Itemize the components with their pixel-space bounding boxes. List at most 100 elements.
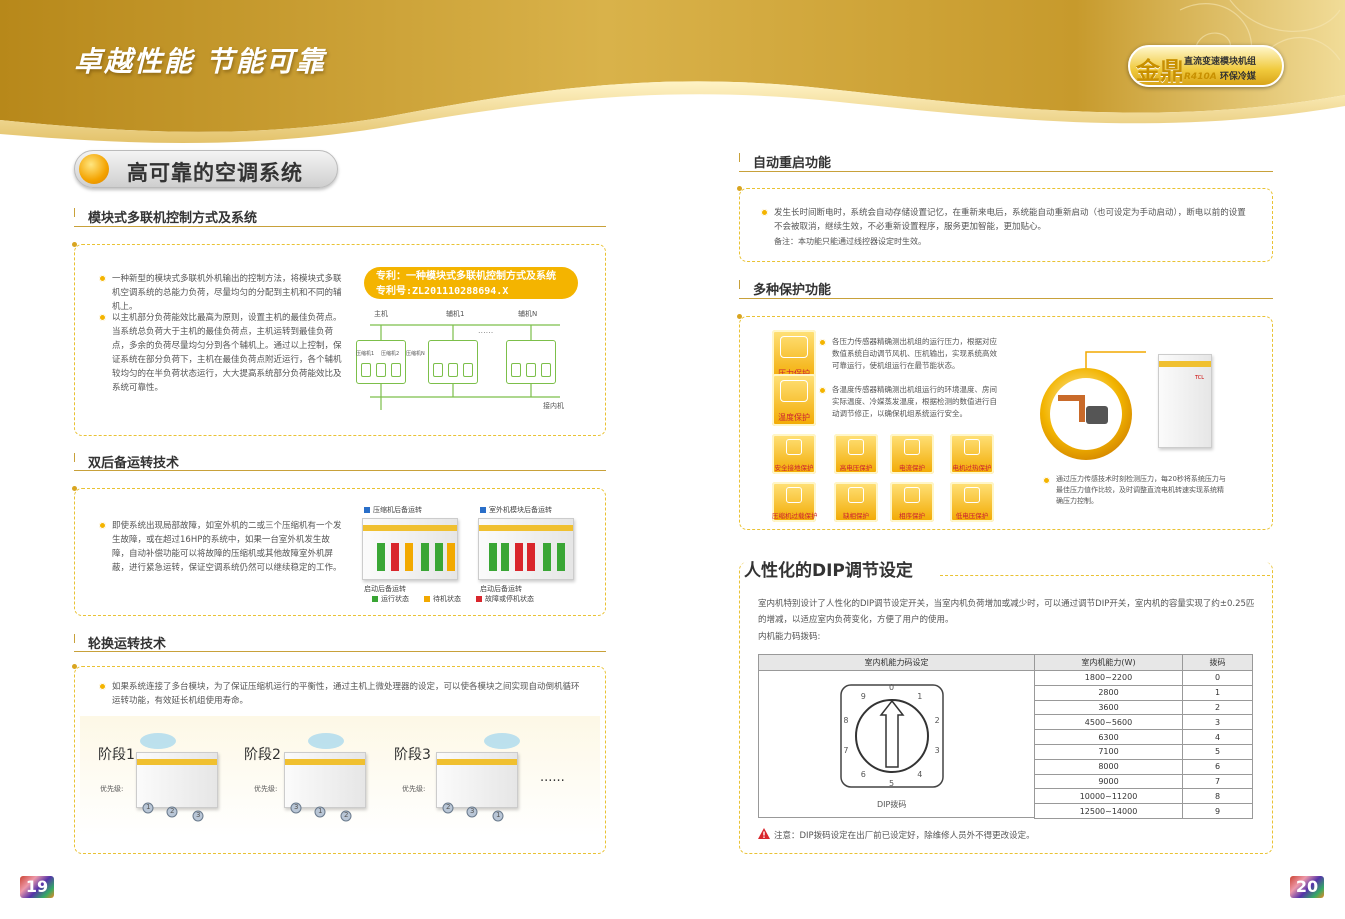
temperature-protection-icon: 温度保护 bbox=[772, 374, 816, 426]
low-voltage-protection-icon: 低电压保护 bbox=[950, 482, 994, 522]
product-logo: 金鼎 直流变速模块机组 R410A 环保冷媒 bbox=[1128, 45, 1284, 87]
phase-sequence-protection-icon: 相序保护 bbox=[890, 482, 934, 522]
warning-icon bbox=[758, 828, 770, 839]
diagram-indoor-label: 接内机 bbox=[543, 402, 564, 410]
caption-compressor-backup: 压缩机后备运转 bbox=[364, 505, 422, 515]
stage-3-priority-marks bbox=[442, 802, 504, 822]
code-cell: 4 bbox=[1182, 729, 1253, 745]
code-cell: 2 bbox=[1182, 699, 1253, 716]
patent-badge: 专利：一种模块式多联机控制方式及系统 专利号:ZL201110288694.X bbox=[364, 267, 578, 299]
code-cell: 6 bbox=[1182, 758, 1253, 775]
stage-more-dots: ...... bbox=[540, 770, 565, 785]
dial-digit-1: 1 bbox=[917, 692, 923, 702]
stage-2-num-b: 1 bbox=[318, 807, 323, 815]
section-rule bbox=[739, 298, 1273, 299]
capacity-cell: 6300 bbox=[1034, 729, 1183, 745]
section-rule bbox=[739, 171, 1273, 172]
fan-glow-icon bbox=[308, 733, 344, 749]
main-title-pill: 高可靠的空调系统 bbox=[74, 150, 338, 188]
dial-digit-2: 2 bbox=[934, 716, 940, 726]
bullet-modular-1: 一种新型的模块式多联机外机输出的控制方法，将模块式多联机空调系统的总能力负荷，尽… bbox=[99, 272, 344, 314]
code-cell: 1 bbox=[1182, 684, 1253, 701]
thermometer-glyph bbox=[780, 380, 808, 402]
compressor-glyph bbox=[786, 487, 802, 503]
dip-dial bbox=[840, 684, 944, 788]
dip-dial-label: DIP拨码 bbox=[877, 800, 907, 809]
fan-glow-icon bbox=[484, 733, 520, 749]
table-row: 2800 1 bbox=[1034, 684, 1253, 701]
table-row: 6300 4 bbox=[1034, 729, 1253, 745]
stage-2-label: 阶段2 bbox=[244, 747, 281, 763]
dip-header-capacity: 室内机能力(W) bbox=[1034, 654, 1183, 671]
section-title-restart: 自动重启功能 bbox=[753, 156, 832, 171]
patent-title: 专利：一种模块式多联机控制方式及系统 bbox=[376, 271, 556, 282]
stage-3-label: 阶段3 bbox=[394, 747, 431, 763]
backup-units-illustration-2 bbox=[478, 518, 574, 580]
legend-swatch bbox=[372, 596, 378, 602]
capacity-cell: 12500~14000 bbox=[1034, 803, 1183, 819]
stage-1-priority: 优先级: bbox=[100, 785, 124, 793]
ground-glyph bbox=[786, 439, 802, 455]
bullet-restart: 发生长时间断电时，系统会自动存储设置记忆，在重新来电后，系统能自动重新启动（也可… bbox=[761, 206, 1254, 234]
main-title: 高可靠的空调系统 bbox=[127, 161, 303, 185]
brochure-spread: 卓越性能 节能可靠 金鼎 直流变速模块机组 R410A 环保冷媒 高可靠的空调系… bbox=[0, 0, 1345, 919]
code-cell: 7 bbox=[1182, 773, 1253, 790]
logo-brand: R410A bbox=[1184, 72, 1217, 82]
unit-brand: TCL bbox=[1195, 375, 1205, 381]
code-cell: 9 bbox=[1182, 803, 1253, 819]
table-row: 7100 5 bbox=[1034, 743, 1253, 760]
dip-warning: 注意：DIP拨码设定在出厂前已设定好，除维修人员外不得更改设定。 bbox=[774, 831, 1035, 841]
high-voltage-glyph bbox=[848, 439, 864, 455]
dial-digit-8: 8 bbox=[843, 716, 849, 726]
stage-2-num-a: 3 bbox=[294, 803, 299, 811]
section-rule bbox=[74, 651, 606, 652]
stage-3-priority: 优先级: bbox=[402, 785, 426, 793]
backup-compressors-1 bbox=[377, 543, 455, 571]
stage-2-priority: 优先级: bbox=[254, 785, 278, 793]
phase-loss-glyph bbox=[848, 487, 864, 503]
capacity-cell: 4500~5600 bbox=[1034, 714, 1183, 731]
compressor-overload-protection-label: 压缩机过载保护 bbox=[772, 512, 818, 520]
outdoor-unit-image: TCL bbox=[1158, 354, 1212, 448]
dip-header-code: 拨码 bbox=[1182, 654, 1253, 671]
legend-swatch bbox=[424, 596, 430, 602]
phase-sequence-protection-label: 相序保护 bbox=[899, 512, 925, 520]
dial-digit-0: 0 bbox=[889, 683, 895, 692]
current-protection-icon: 电流保护 bbox=[890, 434, 934, 474]
code-cell: 5 bbox=[1182, 743, 1253, 760]
start-backup-2: 启动后备运转 bbox=[480, 585, 522, 593]
code-cell: 8 bbox=[1182, 788, 1253, 805]
dip-sub: 内机能力码拨码: bbox=[758, 632, 821, 642]
orb-icon bbox=[79, 154, 109, 184]
legend-swatch bbox=[480, 507, 486, 513]
temperature-protection-text: 各温度传感器精确测出机组运行的环境温度、房间实际温度、冷媒蒸发温度，根据检测的数… bbox=[819, 384, 1000, 420]
high-voltage-protection-icon: 高电压保护 bbox=[834, 434, 878, 474]
legend-swatch bbox=[364, 507, 370, 513]
page-number-right: 20 bbox=[1290, 876, 1324, 898]
current-protection-label: 电流保护 bbox=[899, 464, 925, 472]
backup-units-illustration-1 bbox=[362, 518, 458, 580]
section-tick bbox=[739, 280, 740, 289]
dip-text: 室内机特别设计了人性化的DIP调节设定开关，当室内机负荷增加或减少时，可以通过调… bbox=[758, 599, 1255, 625]
code-cell: 3 bbox=[1182, 714, 1253, 731]
stage-1-priority-marks bbox=[142, 802, 204, 822]
high-voltage-protection-label: 高电压保护 bbox=[839, 464, 873, 472]
dip-dial-cell: 室内机能力码设定 0 1 2 3 4 5 6 7 8 9 DIP拨码 bbox=[758, 654, 1034, 818]
section-rule bbox=[74, 470, 606, 471]
capacity-cell: 2800 bbox=[1034, 684, 1183, 701]
legend-running-text: 运行状态 bbox=[381, 595, 409, 603]
corner-dot bbox=[72, 242, 77, 247]
logo-refrigerant: 环保冷媒 bbox=[1219, 72, 1256, 82]
page-number-left: 19 bbox=[20, 876, 54, 898]
capacity-cell: 7100 bbox=[1034, 743, 1183, 760]
header-title: 卓越性能 节能可靠 bbox=[74, 45, 326, 78]
dial-digit-4: 4 bbox=[917, 769, 923, 779]
stage-2-num-c: 2 bbox=[344, 811, 349, 819]
pressure-sensor-caption: 通过压力传感技术时刻检测压力，每20秒将系统压力与最佳压力值作比较，及时调整直流… bbox=[1043, 474, 1228, 507]
section-title-protection: 多种保护功能 bbox=[753, 283, 832, 298]
stage-3-num-a: 2 bbox=[446, 803, 451, 811]
legend-standby-text: 待机状态 bbox=[433, 595, 461, 603]
restart-note: 备注：本功能只能通过线控器设定时生效。 bbox=[774, 237, 926, 246]
section-title-backup: 双后备运转技术 bbox=[88, 456, 180, 471]
table-row: 12500~14000 9 bbox=[1034, 803, 1253, 819]
